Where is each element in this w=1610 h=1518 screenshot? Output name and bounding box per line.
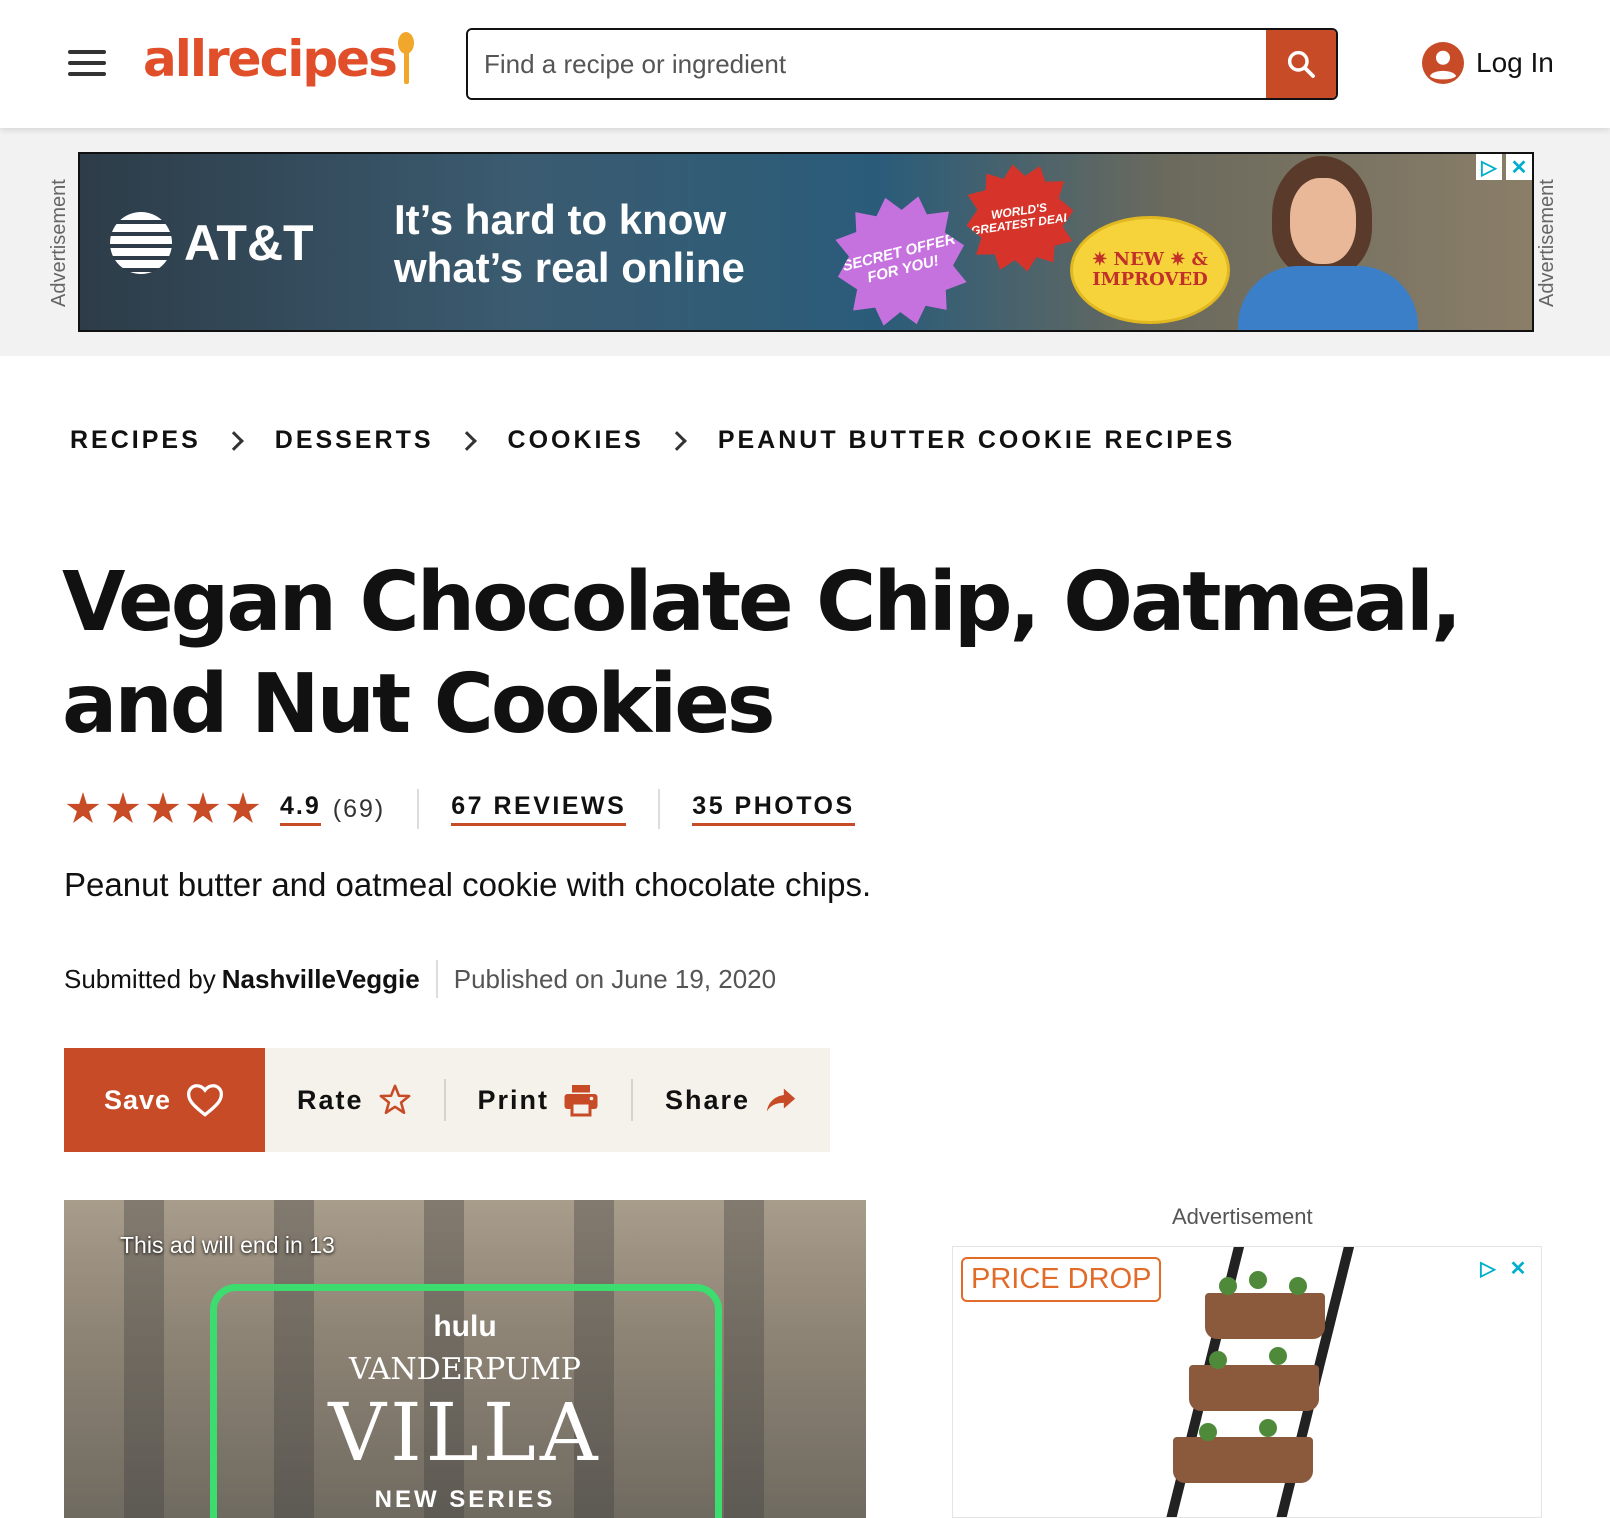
heart-icon	[187, 1084, 224, 1117]
rate-label: Rate	[297, 1084, 364, 1115]
star-icon	[226, 792, 260, 823]
divider	[435, 960, 438, 998]
reviews-link[interactable]: 67 REVIEWS	[451, 792, 627, 826]
search-bar	[466, 28, 1338, 100]
secret-offer-burst: SECRET OFFER FOR YOU!	[822, 182, 980, 332]
hulu-logo: hulu	[433, 1310, 497, 1343]
share-arrow-icon	[766, 1088, 796, 1112]
chevron-right-icon	[456, 430, 477, 451]
ad-countdown: This ad will end in 13	[120, 1232, 335, 1258]
allrecipes-logo[interactable]: allrecipes	[143, 30, 414, 88]
breadcrumb-recipes[interactable]: RECIPES	[70, 426, 201, 455]
adchoices-icon[interactable]: ▷	[1475, 1255, 1501, 1281]
ad-choices: ▷ ✕	[1476, 154, 1532, 180]
site-header: allrecipes Log In	[0, 0, 1610, 128]
search-button[interactable]	[1266, 30, 1336, 98]
divider	[417, 789, 420, 829]
ad-label: Advertisement	[1172, 1204, 1313, 1229]
planter-image	[1149, 1247, 1356, 1517]
recipe-description: Peanut butter and oatmeal cookie with ch…	[64, 866, 872, 903]
user-icon	[1422, 42, 1464, 84]
star-icon	[186, 792, 220, 823]
greatest-deal-burst: WORLD'S GREATEST DEAL	[959, 157, 1081, 279]
submitted-by-label: Submitted by	[64, 963, 216, 994]
recipe-title: Vegan Chocolate Chip, Oatmeal, and Nut C…	[62, 555, 1462, 752]
printer-icon	[564, 1085, 598, 1117]
new-improved-badge: ✷ NEW ✷ & IMPROVED	[1070, 216, 1230, 324]
photos-link[interactable]: 35 PHOTOS	[692, 792, 855, 826]
spoon-icon	[397, 30, 414, 86]
att-ad-banner[interactable]: AT&T It’s hard to know what’s real onlin…	[78, 152, 1534, 332]
login-button[interactable]: Log In	[1422, 42, 1554, 84]
rating-value[interactable]: 4.9	[280, 792, 321, 826]
logo-text: allrecipes	[143, 30, 398, 88]
search-icon	[1287, 50, 1315, 78]
divider	[658, 789, 661, 829]
star-icon	[106, 792, 140, 823]
menu-icon[interactable]	[68, 50, 106, 78]
adchoices-icon[interactable]: ▷	[1476, 154, 1502, 180]
chevron-right-icon	[666, 430, 687, 451]
recipe-actions: Save Rate Print Share	[64, 1048, 830, 1152]
search-input[interactable]	[468, 30, 1266, 98]
rating-row: 4.9 (69) 67 REVIEWS 35 PHOTOS	[66, 784, 855, 834]
print-button[interactable]: Print	[446, 1083, 632, 1117]
chevron-right-icon	[223, 430, 244, 451]
share-button[interactable]: Share	[633, 1085, 830, 1116]
save-button[interactable]: Save	[64, 1048, 266, 1152]
price-drop-badge: PRICE DROP	[961, 1257, 1162, 1302]
ad-label-left: Advertisement	[48, 179, 70, 307]
star-outline-icon	[379, 1084, 411, 1115]
att-logo: AT&T	[110, 212, 314, 274]
breadcrumb-peanut-butter-cookies[interactable]: PEANUT BUTTER COOKIE RECIPES	[718, 426, 1235, 455]
planter-ad[interactable]: PRICE DROP ▷ ✕	[952, 1246, 1542, 1518]
star-rating	[66, 792, 260, 826]
close-icon[interactable]: ✕	[1505, 1255, 1531, 1281]
ad-choices: ▷ ✕	[1475, 1255, 1531, 1281]
show-title-line1: VANDERPUMP	[349, 1352, 581, 1387]
share-label: Share	[664, 1084, 751, 1115]
show-title-line2: VILLA	[328, 1386, 602, 1479]
byline: Submitted by NashvilleVeggie Published o…	[64, 960, 776, 998]
video-ad[interactable]: This ad will end in 13 hulu VANDERPUMP V…	[64, 1200, 866, 1518]
close-icon[interactable]: ✕	[1506, 154, 1532, 180]
breadcrumb: RECIPES DESSERTS COOKIES PEANUT BUTTER C…	[70, 426, 1235, 455]
breadcrumb-desserts[interactable]: DESSERTS	[275, 426, 434, 455]
published-date: Published on June 19, 2020	[453, 963, 777, 994]
breadcrumb-cookies[interactable]: COOKIES	[508, 426, 644, 455]
print-label: Print	[477, 1084, 550, 1115]
star-icon	[66, 792, 100, 823]
rate-button[interactable]: Rate	[265, 1083, 444, 1117]
ad-label-right: Advertisement	[1536, 179, 1558, 307]
author-link[interactable]: NashvilleVeggie	[222, 964, 420, 995]
att-globe-icon	[110, 212, 172, 274]
star-icon	[146, 792, 180, 823]
att-brand: AT&T	[184, 215, 314, 271]
ad-spokesperson-image	[1228, 154, 1428, 330]
top-ad-band: Advertisement Advertisement AT&T It’s ha…	[0, 128, 1610, 356]
save-label: Save	[103, 1084, 172, 1115]
ad-headline: It’s hard to know what’s real online	[394, 196, 745, 291]
rating-count: (69)	[332, 794, 386, 823]
new-series-tag: NEW SERIES	[374, 1486, 556, 1513]
login-label: Log In	[1476, 47, 1554, 78]
